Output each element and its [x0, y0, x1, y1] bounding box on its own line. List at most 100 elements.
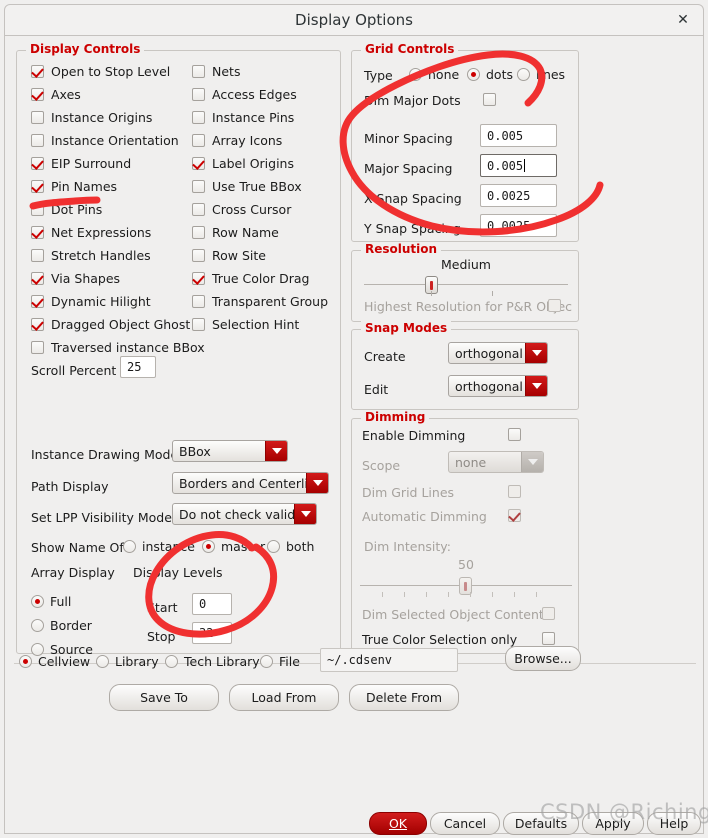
checkbox-icon[interactable]: [192, 249, 205, 262]
chevron-down-icon[interactable]: [525, 376, 547, 396]
checkbox-array-icons[interactable]: Array Icons: [192, 133, 282, 148]
radio-icon[interactable]: [202, 540, 215, 553]
checkbox-axes[interactable]: Axes: [31, 87, 81, 102]
major-spacing-input[interactable]: 0.005: [480, 154, 557, 177]
checkbox-icon[interactable]: [31, 88, 44, 101]
radio-show-name-both[interactable]: both: [267, 539, 314, 554]
checkbox-icon[interactable]: [31, 134, 44, 147]
radio-scope-library[interactable]: Library: [96, 654, 159, 669]
checkbox-icon[interactable]: [31, 180, 44, 193]
checkbox-selection-hint[interactable]: Selection Hint: [192, 317, 299, 332]
checkbox-icon[interactable]: [192, 111, 205, 124]
y-snap-spacing-input[interactable]: 0.0025: [480, 214, 557, 237]
checkbox-row-name[interactable]: Row Name: [192, 225, 279, 240]
checkbox-icon[interactable]: [31, 65, 44, 78]
resolution-slider-track[interactable]: [364, 284, 568, 285]
radio-icon[interactable]: [19, 655, 32, 668]
checkbox-icon[interactable]: [31, 249, 44, 262]
save-to-button[interactable]: Save To: [109, 684, 219, 711]
checkbox-cross-cursor[interactable]: Cross Cursor: [192, 202, 291, 217]
snap-edit-select[interactable]: orthogonal: [448, 375, 548, 397]
checkbox-highest-resolution[interactable]: [548, 299, 561, 312]
radio-scope-cellview[interactable]: Cellview: [19, 654, 90, 669]
radio-icon[interactable]: [267, 540, 280, 553]
chevron-down-icon[interactable]: [265, 441, 287, 461]
checkbox-icon[interactable]: [31, 157, 44, 170]
checkbox-dynamic-hilight[interactable]: Dynamic Hilight: [31, 294, 151, 309]
checkbox-icon[interactable]: [192, 226, 205, 239]
checkbox-icon[interactable]: [192, 203, 205, 216]
radio-grid-type-lines[interactable]: lines: [517, 67, 565, 82]
checkbox-true-color-selection-only[interactable]: [542, 632, 555, 645]
checkbox-icon[interactable]: [192, 134, 205, 147]
ok-button[interactable]: OK: [369, 812, 427, 835]
checkbox-stretch-handles[interactable]: Stretch Handles: [31, 248, 151, 263]
checkbox-icon[interactable]: [192, 272, 205, 285]
checkbox-label-origins[interactable]: Label Origins: [192, 156, 294, 171]
checkbox-dim-grid-lines[interactable]: [508, 485, 521, 498]
checkbox-instance-origins[interactable]: Instance Origins: [31, 110, 152, 125]
checkbox-row-site[interactable]: Row Site: [192, 248, 266, 263]
radio-icon[interactable]: [517, 68, 530, 81]
config-path-input[interactable]: ~/.cdsenv: [320, 648, 458, 672]
checkbox-dot-pins[interactable]: Dot Pins: [31, 202, 102, 217]
close-icon[interactable]: ✕: [673, 10, 693, 30]
delete-from-button[interactable]: Delete From: [349, 684, 459, 711]
display-levels-stop-input[interactable]: 32: [192, 622, 232, 644]
radio-icon[interactable]: [260, 655, 273, 668]
checkbox-net-expressions[interactable]: Net Expressions: [31, 225, 151, 240]
radio-scope-file[interactable]: File: [260, 654, 300, 669]
checkbox-icon[interactable]: [31, 318, 44, 331]
snap-create-select[interactable]: orthogonal: [448, 342, 548, 364]
checkbox-icon[interactable]: [192, 157, 205, 170]
checkbox-access-edges[interactable]: Access Edges: [192, 87, 297, 102]
chevron-down-icon[interactable]: [294, 504, 316, 524]
radio-icon[interactable]: [123, 540, 136, 553]
radio-show-name-instance[interactable]: instance: [123, 539, 195, 554]
checkbox-open-to-stop-level[interactable]: Open to Stop Level: [31, 64, 170, 79]
chevron-down-icon[interactable]: [306, 473, 328, 493]
checkbox-use-true-bbox[interactable]: Use True BBox: [192, 179, 302, 194]
checkbox-icon[interactable]: [192, 295, 205, 308]
checkbox-icon[interactable]: [192, 180, 205, 193]
checkbox-icon[interactable]: [31, 111, 44, 124]
minor-spacing-input[interactable]: 0.005: [480, 124, 557, 147]
checkbox-automatic-dimming[interactable]: [508, 509, 521, 522]
checkbox-icon[interactable]: [31, 341, 44, 354]
cancel-button[interactable]: Cancel: [430, 812, 500, 835]
checkbox-instance-pins[interactable]: Instance Pins: [192, 110, 294, 125]
x-snap-spacing-input[interactable]: 0.0025: [480, 184, 557, 207]
checkbox-dim-major-dots[interactable]: [483, 93, 496, 106]
radio-icon[interactable]: [467, 68, 480, 81]
chevron-down-icon[interactable]: [525, 343, 547, 363]
load-from-button[interactable]: Load From: [229, 684, 339, 711]
checkbox-dim-selected-object-content[interactable]: [542, 607, 555, 620]
browse-button[interactable]: Browse...: [505, 646, 581, 671]
radio-icon[interactable]: [31, 619, 44, 632]
checkbox-icon[interactable]: [192, 318, 205, 331]
checkbox-eip-surround[interactable]: EIP Surround: [31, 156, 131, 171]
radio-icon[interactable]: [96, 655, 109, 668]
checkbox-via-shapes[interactable]: Via Shapes: [31, 271, 120, 286]
checkbox-icon[interactable]: [192, 88, 205, 101]
path-display-select[interactable]: Borders and Centerlines: [172, 472, 329, 494]
radio-icon[interactable]: [31, 595, 44, 608]
checkbox-instance-orientation[interactable]: Instance Orientation: [31, 133, 179, 148]
radio-grid-type-dots[interactable]: dots: [467, 67, 513, 82]
radio-grid-type-none[interactable]: none: [409, 67, 459, 82]
checkbox-pin-names[interactable]: Pin Names: [31, 179, 117, 194]
radio-icon[interactable]: [165, 655, 178, 668]
instance-drawing-mode-select[interactable]: BBox: [172, 440, 288, 462]
checkbox-icon[interactable]: [31, 295, 44, 308]
radio-scope-tech-library[interactable]: Tech Library: [165, 654, 260, 669]
radio-show-name-master[interactable]: master: [202, 539, 265, 554]
checkbox-icon[interactable]: [31, 226, 44, 239]
radio-icon[interactable]: [409, 68, 422, 81]
chevron-down-icon[interactable]: [521, 452, 543, 472]
checkbox-nets[interactable]: Nets: [192, 64, 240, 79]
checkbox-traversed-instance-bbox[interactable]: Traversed instance BBox: [31, 340, 205, 355]
checkbox-dragged-object-ghost[interactable]: Dragged Object Ghost: [31, 317, 190, 332]
display-levels-start-input[interactable]: 0: [192, 593, 232, 615]
scroll-percent-input[interactable]: 25: [120, 356, 156, 378]
checkbox-true-color-drag[interactable]: True Color Drag: [192, 271, 310, 286]
